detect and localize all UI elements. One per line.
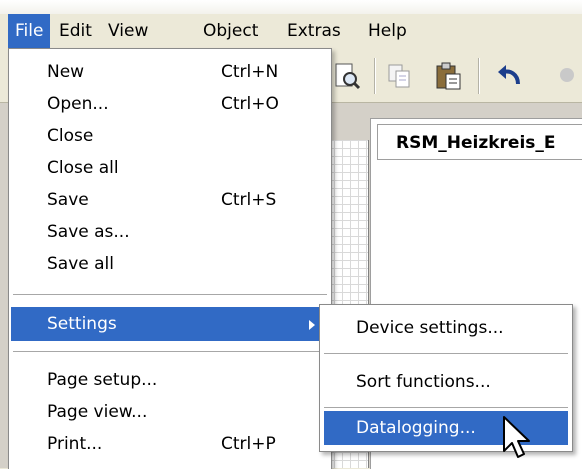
menu-item-shortcut: Ctrl+S [221, 190, 277, 210]
menu-item-open[interactable]: Open... Ctrl+O [9, 87, 331, 121]
menu-item-page-setup[interactable]: Page setup... [9, 363, 331, 397]
menu-item-label: Close [47, 126, 94, 146]
menu-separator [324, 407, 568, 408]
copy-icon[interactable] [384, 60, 416, 92]
menu-item-shortcut: Ctrl+P [221, 434, 276, 454]
menu-item-label: Save as... [47, 222, 130, 242]
menu-separator [13, 294, 327, 295]
mouse-pointer-icon [503, 416, 530, 458]
menu-item-label: Print... [47, 434, 103, 454]
title-bar [0, 0, 582, 14]
toolbar-separator [374, 58, 376, 94]
menu-bar: File Edit View Object Extras Help [0, 14, 582, 49]
menu-item-shortcut: Ctrl+N [221, 62, 279, 82]
menu-item-label: Settings [47, 314, 117, 334]
submenu-arrow-icon [309, 320, 315, 330]
menu-item-label: Page view... [47, 402, 148, 422]
document-tab[interactable]: RSM_Heizkreis_E [377, 124, 582, 160]
print-preview-icon[interactable] [330, 60, 362, 92]
menu-separator [324, 353, 568, 354]
submenu-item-label: Device settings... [356, 318, 504, 338]
menu-item-label: Open... [47, 94, 109, 114]
submenu-item-label: Datalogging... [356, 418, 476, 438]
menu-view[interactable]: View [101, 14, 155, 48]
menu-item-label: Page setup... [47, 370, 158, 390]
menu-item-save-all[interactable]: Save all [9, 247, 331, 281]
menu-edit[interactable]: Edit [52, 14, 99, 48]
submenu-item-label: Sort functions... [356, 372, 491, 392]
menu-item-settings[interactable]: Settings [11, 307, 329, 341]
menu-item-label: Save [47, 190, 89, 210]
toolbar-separator [478, 58, 480, 94]
menu-item-save-as[interactable]: Save as... [9, 215, 331, 249]
menu-item-label: Close all [47, 158, 119, 178]
menu-file[interactable]: File [8, 14, 51, 48]
menu-item-label: Save all [47, 254, 114, 274]
menu-extras[interactable]: Extras [280, 14, 348, 48]
menu-item-new[interactable]: New Ctrl+N [9, 55, 331, 89]
paste-icon[interactable] [432, 60, 464, 92]
submenu-item-sort-functions[interactable]: Sort functions... [320, 365, 572, 399]
menu-item-close[interactable]: Close [9, 119, 331, 153]
menu-item-label: New [47, 62, 85, 82]
submenu-item-device-settings[interactable]: Device settings... [320, 311, 572, 345]
menu-item-close-all[interactable]: Close all [9, 151, 331, 185]
undo-icon[interactable] [494, 60, 526, 92]
menu-item-shortcut: Ctrl+O [221, 94, 279, 114]
menu-separator [13, 351, 327, 352]
menu-item-print[interactable]: Print... Ctrl+P [9, 427, 331, 461]
menu-help[interactable]: Help [361, 14, 414, 48]
file-menu: New Ctrl+N Open... Ctrl+O Close Close al… [8, 48, 332, 469]
menu-item-page-view[interactable]: Page view... [9, 395, 331, 429]
menu-object[interactable]: Object [196, 14, 265, 48]
redo-icon[interactable] [560, 68, 574, 82]
menu-item-save[interactable]: Save Ctrl+S [9, 183, 331, 217]
